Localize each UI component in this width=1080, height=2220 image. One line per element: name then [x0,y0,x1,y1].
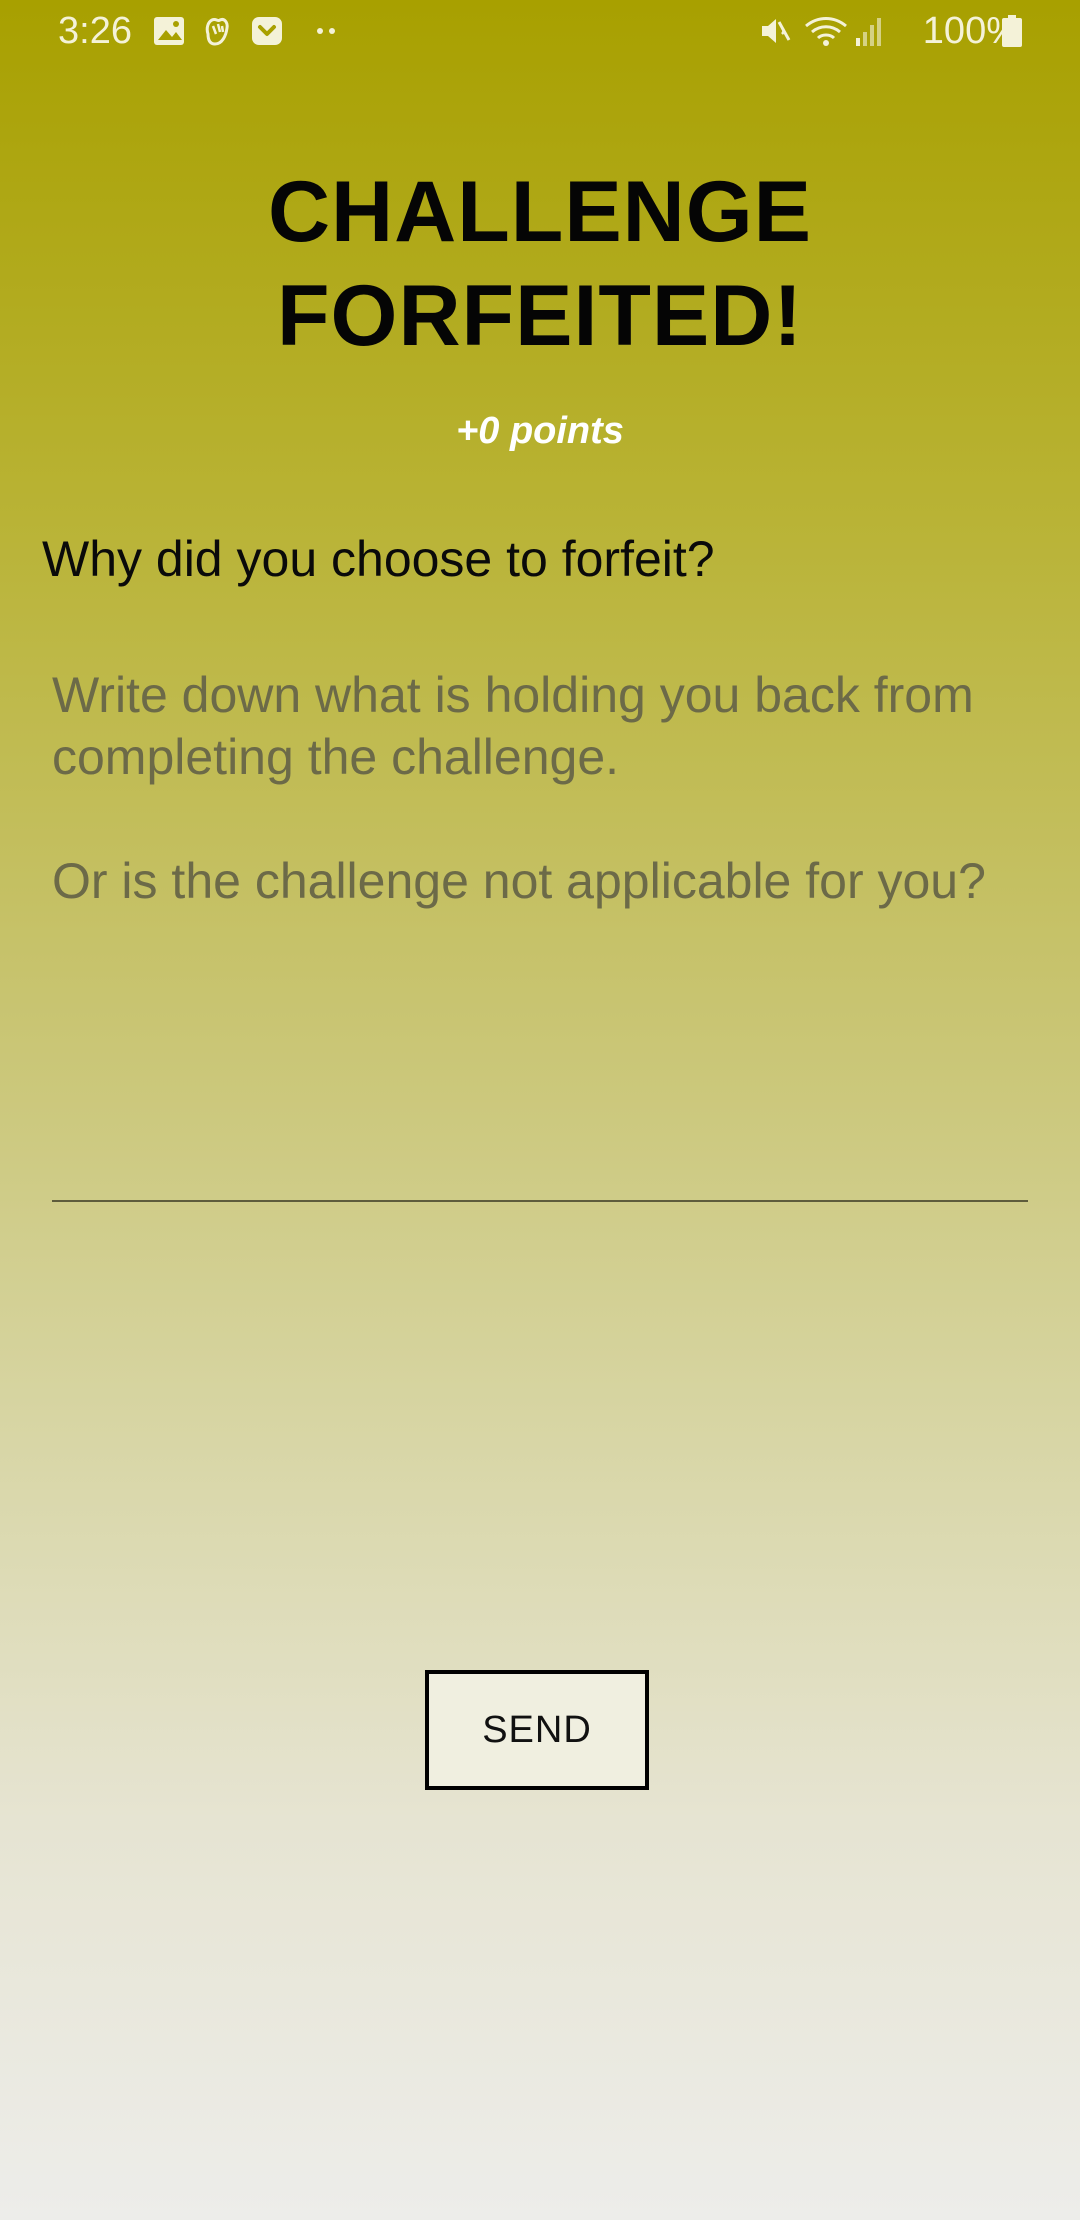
points-earned: +0 points [456,410,624,452]
send-button-label: SEND [482,1708,592,1751]
title-line-1: CHALLENGE [267,164,813,260]
forfeit-reason-placeholder: Write down what is holding you back from… [52,667,986,909]
title-line-2: FORFEITED! [277,268,803,364]
page-title: CHALLENGE FORFEITED! [0,160,1080,368]
battery-icon [1002,15,1022,47]
forfeit-reason-input[interactable]: Write down what is holding you back from… [52,660,1028,1202]
mute-icon [762,19,791,43]
status-time: 3:26 [58,10,132,52]
wifi-icon [805,17,847,46]
status-bar: 3:26 100% [0,0,1080,64]
gallery-icon [154,17,184,45]
hand-icon [205,17,229,46]
forfeit-question: Why did you choose to forfeit? [42,531,715,587]
more-dots-icon [317,28,335,34]
pocket-icon [252,17,282,45]
send-button[interactable]: SEND [425,1670,649,1790]
signal-icon [856,18,881,46]
